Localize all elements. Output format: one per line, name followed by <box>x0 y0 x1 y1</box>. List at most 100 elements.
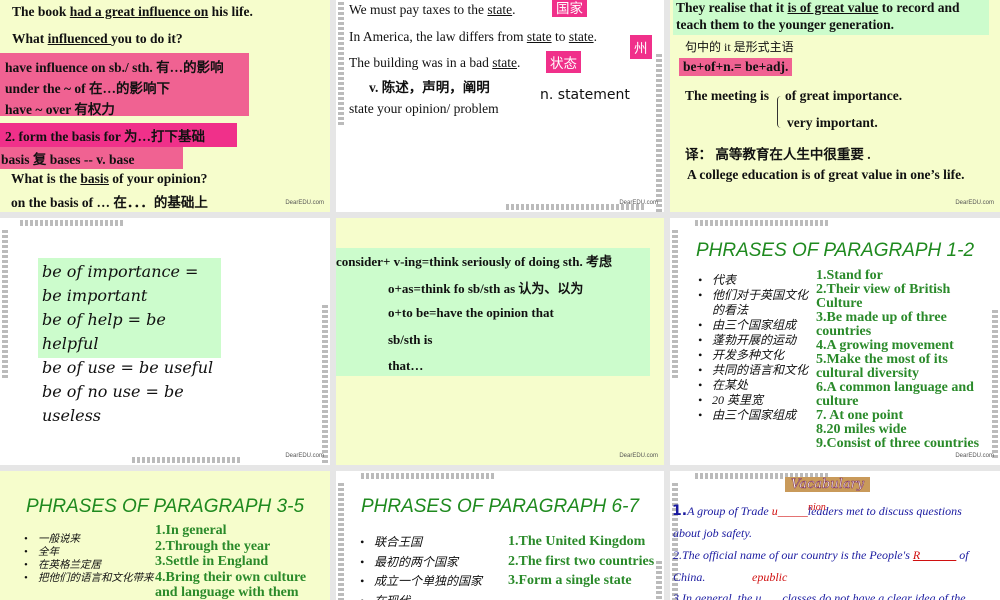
usage: that… <box>388 358 424 373</box>
cn-item: 开发多种文化 <box>698 348 808 363</box>
question-text: about job safety. <box>673 526 752 540</box>
usage: o+to be=have the opinion that <box>388 305 554 320</box>
logo: DearEDU.com <box>955 453 994 459</box>
slide-title: PHRASES OF PARAGRAPH 6-7 <box>360 496 640 517</box>
option-2: very important. <box>787 115 878 130</box>
question-number: 1. <box>672 503 688 519</box>
logo: DearEDU.com <box>619 453 658 459</box>
slide-thumbnail-6[interactable]: PHRASES OF PARAGRAPH 1-2 代表 他们对于英国文化的看法 … <box>670 218 1000 465</box>
usage: consider+ v-ing=think seriously of doing… <box>336 254 612 269</box>
cn-item: 在英格兰定居 <box>24 559 154 572</box>
question-text: 3.In general, the u___ classes do not ha… <box>673 591 966 600</box>
en-item: 3.Form a single state <box>508 573 632 588</box>
sentence-cont: teach them to the younger generation. <box>676 17 894 32</box>
en-item: 3.Be made up of three countries <box>816 310 947 339</box>
usage: sb/sth is <box>388 332 433 347</box>
cn-item: 由三个国家组成 <box>698 408 808 423</box>
cn-item: 20 英里宽 <box>698 393 808 408</box>
question-text: A group of Trade <box>687 504 772 518</box>
cn-item: 代表 <box>698 273 808 288</box>
logo: DearEDU.com <box>955 200 994 206</box>
usage: o+as=think fo sb/sth as 认为、以为 <box>388 281 584 296</box>
slide-title: PHRASES OF PARAGRAPH 1-2 <box>695 240 975 261</box>
on-basis: on the basis of … 在．．．的基础上 <box>11 195 208 210</box>
en-item: 1.The United Kingdom <box>508 534 646 549</box>
slide-thumbnail-7[interactable]: PHRASES OF PARAGRAPH 3-5 一般说来 全年 在英格兰定居 … <box>0 471 330 600</box>
sentence-2: In America, the law differs from state t… <box>349 29 597 44</box>
slide-thumbnail-5[interactable]: consider+ v-ing=think seriously of doing… <box>336 218 664 465</box>
answer: nion <box>808 502 826 513</box>
cn-item: 联合王国 <box>360 533 510 553</box>
cn-item: 由三个国家组成 <box>698 318 808 333</box>
slide-thumbnail-2[interactable]: We must pay taxes to the state. In Ameri… <box>336 0 664 212</box>
cn-item: 一般说来 <box>24 533 154 546</box>
cn-item: 共同的语言和文化 <box>698 363 808 378</box>
translate-prompt: 译： 高等教育在人生中很重要 . <box>685 147 871 162</box>
consider-box: consider+ v-ing=think seriously of doing… <box>336 248 650 376</box>
brace <box>777 96 782 128</box>
en-item: 2.The first two countries <box>508 553 655 569</box>
phrase: have influence on sb./ sth. 有…的影响 <box>5 60 224 75</box>
slide-thumbnail-4[interactable]: be of importance = be important be of he… <box>0 218 330 465</box>
example-box: They realise that it is of great value t… <box>673 0 989 35</box>
slide-thumbnail-8[interactable]: PHRASES OF PARAGRAPH 6-7 联合王国 最初的两个国家 成立… <box>336 471 664 600</box>
phrase-box: have influence on sb./ sth. 有…的影响 under … <box>0 53 249 117</box>
en-item: 1.Stand for <box>816 268 883 283</box>
sentence: They realise that it is of great value t… <box>676 0 960 15</box>
en-item: 3.Settle in England <box>155 554 269 569</box>
slide-thumbnail-1[interactable]: The book had a great influence on his li… <box>0 0 330 212</box>
question-text: 2.The official name of our country is th… <box>673 548 913 562</box>
slide-thumbnail-9[interactable]: Vacabulary 1.A group of Trade u_____lead… <box>670 471 1000 600</box>
logo: DearEDU.com <box>285 453 324 459</box>
example: state your opinion/ problem <box>349 101 499 116</box>
answer: epublic <box>752 570 788 584</box>
cn-item: 在现代 <box>360 592 510 600</box>
sentence-1: The book had a great influence on his li… <box>12 4 253 19</box>
slide-thumbnail-3[interactable]: They realise that it is of great value t… <box>670 0 1000 212</box>
sentence-2: What influenced you to do it? <box>12 31 183 46</box>
translation: A college education is of great value in… <box>687 167 965 182</box>
equivalence: be of help = be helpful <box>42 310 166 353</box>
question-text: of <box>956 548 969 562</box>
answer-blank[interactable]: u_____ <box>772 504 808 518</box>
en-item: 5.Make the most of its cultural diversit… <box>816 352 948 381</box>
en-item: 2.Their view of British Culture <box>816 282 951 311</box>
option-1: of great importance. <box>785 88 903 103</box>
slide-title: PHRASES OF PARAGRAPH 3-5 <box>25 496 305 517</box>
cn-item: 他们对于英国文化的看法 <box>698 288 808 318</box>
en-item: 4.A growing movement <box>816 338 954 353</box>
en-item: 4.Bring their own culture and language w… <box>155 569 307 600</box>
cn-item: 最初的两个国家 <box>360 553 510 573</box>
phrase: have ~ over 有权力 <box>5 102 115 117</box>
equivalence: be of importance = be important <box>42 262 199 305</box>
formula: be+of+n.= be+adj. <box>679 58 793 76</box>
cn-item: 把他们的语言和文化带来 <box>24 572 154 585</box>
cn-item: 蓬勃开展的运动 <box>698 333 808 348</box>
question: What is the basis of your opinion? <box>11 171 208 186</box>
en-item: 1.In general <box>155 523 227 538</box>
question-text: China. <box>673 570 706 584</box>
equivalence-box: be of importance = be important be of he… <box>38 258 221 425</box>
question-text: leaders met to discuss questions <box>807 504 962 518</box>
sentence-3: The building was in a bad state. <box>349 55 521 70</box>
noun-form: n. statement <box>540 87 630 103</box>
tag-condition: 状态 <box>546 51 581 73</box>
form-basis: 2. form the basis for 为…打下基础 <box>0 123 237 147</box>
verb-meaning: v. 陈述，声明，阐明 <box>369 80 490 95</box>
tag-state: 州 <box>630 35 652 59</box>
answer-blank[interactable]: R______ <box>913 548 956 562</box>
en-item: 9.Consist of three countries <box>816 436 980 451</box>
en-item: 6.A common language and culture <box>816 380 974 409</box>
sentence-1: We must pay taxes to the state. <box>349 2 516 17</box>
vocabulary-title: Vacabulary <box>785 477 871 492</box>
cn-item: 在某处 <box>698 378 808 393</box>
tag-country: 国家 <box>552 0 587 17</box>
logo: DearEDU.com <box>285 200 324 206</box>
phrase: under the ~ of 在…的影响下 <box>5 81 171 96</box>
cn-item: 全年 <box>24 546 154 559</box>
en-item: 8.20 miles wide <box>816 422 907 437</box>
basis-plural: basis 复 bases -- v. base <box>0 147 183 169</box>
logo: DearEDU.com <box>619 200 658 206</box>
equivalence: be of no use = be useless <box>42 382 184 425</box>
equivalence: be of use = be useful <box>42 358 214 377</box>
